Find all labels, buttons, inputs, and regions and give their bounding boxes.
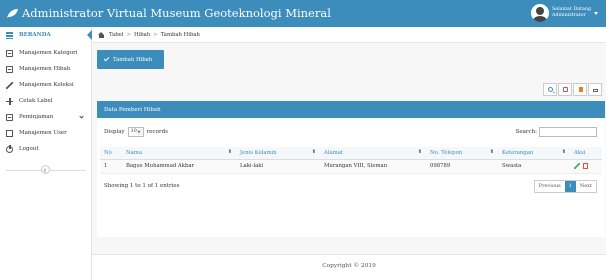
table-header-row: No Nama Jenis Kelamin Alamat No. Telepon…: [100, 147, 602, 160]
sidebar-item-label: Cetak Label: [19, 98, 53, 104]
copy-tool-button[interactable]: [558, 83, 572, 96]
breadcrumb-current: Tambah Hibah: [160, 31, 200, 38]
sidebar-item-beranda[interactable]: BERANDA: [0, 27, 92, 43]
power-icon: [6, 144, 13, 153]
current-page-button[interactable]: 1: [564, 181, 576, 192]
move-icon: [6, 97, 13, 105]
table-toolbar: [542, 83, 602, 96]
column-header-aksi: Aksi: [570, 147, 602, 160]
cell-keterangan: Swasta: [498, 159, 570, 174]
pagination: Previous 1 Next: [533, 180, 597, 193]
tambah-hibah-button[interactable]: Tambah Hibah: [97, 50, 164, 69]
column-header-nama[interactable]: Nama: [122, 147, 236, 160]
footer: Copyright © 2019: [92, 254, 606, 280]
page-size-select[interactable]: 10: [127, 127, 144, 137]
sidebar-item-label: Manajemen Kategori: [19, 50, 78, 56]
sidebar-item-label: Manajemen User: [19, 130, 67, 136]
panel-title: Data Pemberi Hibah: [97, 101, 605, 118]
list-icon: [6, 113, 13, 121]
pencil-icon: [6, 81, 13, 89]
column-header-no-telepon[interactable]: No. Telepon: [426, 147, 498, 160]
cell-no: 1: [100, 159, 122, 174]
breadcrumb-separator: >: [153, 31, 158, 38]
home-icon[interactable]: [98, 31, 105, 38]
app-title-text: Administrator Virtual Museum Geoteknolog…: [22, 6, 331, 20]
edit-icon: [6, 129, 13, 137]
chevron-down-icon: [79, 114, 84, 119]
sidebar-item-manajemen-user[interactable]: Manajemen User: [0, 125, 91, 141]
table-row: 1 Bagus Muhammad Akbar Laki-laki Muranga…: [100, 159, 602, 174]
sidebar-item-label: Manajemen Koleksi: [19, 82, 74, 88]
tambah-hibah-label: Tambah Hibah: [113, 56, 153, 63]
column-header-keterangan[interactable]: Keterangan: [498, 147, 570, 160]
leaf-logo-icon: [7, 8, 18, 18]
display-label: Display: [104, 129, 125, 135]
sidebar-item-peminjaman[interactable]: Peminjaman: [0, 109, 91, 125]
hibah-table: No Nama Jenis Kelamin Alamat No. Telepon…: [100, 147, 602, 174]
cell-aksi: [570, 159, 602, 174]
copyright-text: Copyright © 2019: [322, 263, 376, 269]
column-header-jenis-kelamin[interactable]: Jenis Kelamin: [236, 147, 320, 160]
search-tool-button[interactable]: [543, 83, 557, 96]
cell-alamat: Murangan VIII, Sleman: [320, 159, 426, 174]
sidebar-item-manajemen-koleksi[interactable]: Manajemen Koleksi: [0, 77, 91, 93]
trash-icon: [579, 87, 583, 92]
delete-row-icon[interactable]: [583, 163, 588, 169]
bank-icon: [6, 31, 13, 39]
records-label: records: [146, 129, 168, 135]
entries-summary: Showing 1 to 1 of 1 entries: [104, 183, 180, 189]
search-icon: [548, 87, 553, 92]
sidebar-item-label: Manajemen Hibah: [19, 66, 71, 72]
sidebar-item-cetak-label[interactable]: Cetak Label: [0, 93, 91, 109]
caret-down-icon: [594, 11, 598, 15]
cell-no-telepon: 098789: [426, 159, 498, 174]
breadcrumb-item[interactable]: Hibah: [134, 32, 150, 38]
search-input[interactable]: [539, 127, 597, 137]
print-icon: [593, 89, 598, 92]
data-panel: Data Pemberi Hibah Display 10 records Se…: [97, 101, 605, 237]
sidebar-item-label: BERANDA: [19, 32, 51, 38]
avatar: [530, 4, 549, 22]
sidebar-item-label: Logout: [19, 146, 39, 152]
user-menu[interactable]: Selamat Datang Administrator: [530, 4, 598, 22]
sidebar-item-label: Peminjaman: [19, 114, 54, 120]
top-header: Administrator Virtual Museum Geoteknolog…: [0, 0, 606, 27]
next-page-button[interactable]: Next: [575, 181, 596, 192]
sidebar-item-manajemen-kategori[interactable]: Manajemen Kategori: [0, 45, 91, 61]
breadcrumb: Tabel > Hibah > Tambah Hibah: [92, 27, 606, 43]
dropdown-arrow-icon: [136, 129, 142, 135]
delete-tool-button[interactable]: [573, 83, 587, 96]
cell-jenis-kelamin: Laki-laki: [236, 159, 320, 174]
list-icon: [6, 49, 13, 57]
print-tool-button[interactable]: [588, 83, 602, 96]
search-label: Search:: [515, 129, 537, 135]
app-title: Administrator Virtual Museum Geoteknolog…: [6, 6, 331, 20]
previous-page-button[interactable]: Previous: [534, 181, 565, 192]
breadcrumb-separator: >: [126, 31, 131, 38]
edit-row-icon[interactable]: [574, 163, 580, 169]
check-icon: [103, 55, 110, 62]
sidebar-item-logout[interactable]: Logout: [0, 141, 91, 157]
sidebar-item-manajemen-hibah[interactable]: Manajemen Hibah: [0, 61, 91, 77]
list-icon: [6, 65, 13, 73]
breadcrumb-item[interactable]: Tabel: [109, 32, 124, 38]
cell-nama: Bagus Muhammad Akbar: [122, 159, 236, 174]
user-role: Administrator: [551, 13, 586, 18]
sidebar: BERANDA Manajemen Kategori Manajemen Hib…: [0, 27, 92, 280]
copy-icon: [563, 87, 568, 92]
column-header-no[interactable]: No: [100, 147, 122, 160]
column-header-alamat[interactable]: Alamat: [320, 147, 426, 160]
collapse-sidebar-icon[interactable]: [41, 165, 50, 174]
search-control: Search:: [516, 127, 597, 137]
page-size-control: Display 10 records: [104, 127, 168, 137]
